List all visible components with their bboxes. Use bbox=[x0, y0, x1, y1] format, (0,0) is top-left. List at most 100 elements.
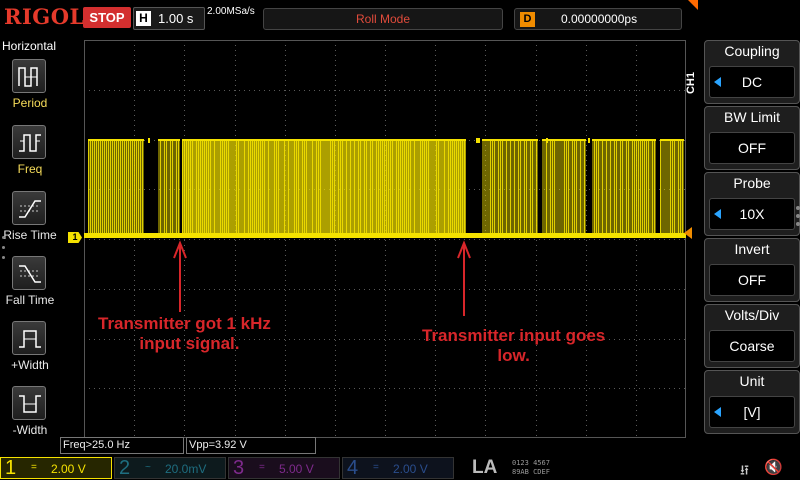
fall-time-icon bbox=[12, 256, 46, 290]
probe-value: 10X bbox=[739, 206, 765, 222]
menu-page-dots bbox=[2, 236, 6, 266]
volts-div-softkey[interactable]: Volts/Div Coarse bbox=[704, 304, 800, 368]
coupling-softkey[interactable]: Coupling DC bbox=[704, 40, 800, 104]
ch1-trace bbox=[84, 138, 686, 238]
la-label: LA bbox=[472, 457, 498, 478]
menu-page-dot bbox=[796, 222, 800, 226]
coupling-value-box: DC bbox=[709, 66, 795, 98]
ch1-coupling-icon: = bbox=[31, 462, 37, 473]
top-status-bar: RIGOL STOP H 1.00 s 2.00MSa/s Roll Mode … bbox=[0, 0, 800, 38]
annotation-left-line1: Transmitter got 1 kHz bbox=[98, 314, 271, 333]
sample-rate: 2.00MSa/s bbox=[207, 6, 255, 17]
left-menu-title: Horizontal bbox=[2, 39, 57, 53]
measure-fall-time-button[interactable]: Fall Time bbox=[0, 253, 60, 315]
positive-width-icon bbox=[12, 321, 46, 355]
channel-status-bar: 1 = 2.00 V 2 ~ 20.0mV 3 = 5.00 V 4 = 2.0… bbox=[0, 456, 800, 480]
ch1-status[interactable]: 1 = 2.00 V bbox=[0, 457, 112, 479]
unit-title: Unit bbox=[739, 373, 765, 389]
delay-value: 0.00000000ps bbox=[561, 12, 638, 26]
volts-div-value: Coarse bbox=[729, 338, 775, 354]
annotation-right-line1: Transmitter input goes bbox=[422, 326, 606, 345]
ch2-scale: 20.0mV bbox=[165, 462, 207, 476]
trigger-mode-text: Roll Mode bbox=[355, 12, 411, 26]
ch1-offset-marker[interactable]: 1 bbox=[68, 232, 82, 243]
invert-title: Invert bbox=[734, 241, 770, 257]
delay-box[interactable]: D 0.00000000ps bbox=[514, 8, 682, 30]
menu-page-dot bbox=[796, 214, 800, 218]
menu-page-dot bbox=[796, 206, 800, 210]
bw-limit-value: OFF bbox=[738, 140, 766, 156]
bw-limit-title: BW Limit bbox=[724, 109, 780, 125]
unit-left-arrow-icon bbox=[714, 407, 721, 417]
horizontal-measure-menu: Horizontal Period Freq Rise Time Fall Ti… bbox=[0, 38, 60, 458]
timebase-box[interactable]: H 1.00 s bbox=[133, 7, 205, 30]
channel-menu: CH1 Coupling DC BW Limit OFF Probe 10X I… bbox=[685, 38, 800, 458]
annotation-left: Transmitter got 1 kHz input signal. bbox=[98, 314, 271, 354]
ch2-status[interactable]: 2 ~ 20.0mV bbox=[114, 457, 226, 479]
delay-label: D bbox=[520, 12, 535, 27]
period-icon bbox=[12, 59, 46, 93]
period-label: Period bbox=[12, 96, 48, 110]
usb-icon: ⭿ bbox=[740, 462, 750, 478]
freq-icon bbox=[12, 125, 46, 159]
trigger-corner-marker bbox=[688, 0, 698, 10]
volts-div-title: Volts/Div bbox=[724, 307, 780, 323]
waveform-display[interactable]: Transmitter got 1 kHz input signal. Tran… bbox=[84, 40, 686, 438]
freq-measurement: Freq>25.0 Hz bbox=[60, 437, 184, 454]
rigol-logo: RIGOL bbox=[4, 4, 85, 29]
measure-negative-width-button[interactable]: -Width bbox=[0, 383, 60, 445]
la-channel-bits: 0123 4567 89AB CDEF bbox=[512, 459, 550, 476]
timebase-label: H bbox=[136, 11, 151, 26]
ch2-number: 2 bbox=[119, 457, 131, 479]
negative-width-label: -Width bbox=[12, 423, 48, 437]
ch1-scale: 2.00 V bbox=[51, 462, 86, 476]
ch2-coupling-icon: ~ bbox=[145, 462, 151, 473]
ch1-number: 1 bbox=[5, 457, 17, 479]
fall-time-label: Fall Time bbox=[5, 293, 55, 307]
ch3-number: 3 bbox=[233, 457, 245, 479]
invert-softkey[interactable]: Invert OFF bbox=[704, 238, 800, 302]
unit-softkey[interactable]: Unit [V] bbox=[704, 370, 800, 434]
ch3-scale: 5.00 V bbox=[279, 462, 314, 476]
invert-value: OFF bbox=[738, 272, 766, 288]
probe-left-arrow-icon bbox=[714, 209, 721, 219]
probe-value-box: 10X bbox=[709, 198, 795, 230]
bw-limit-softkey[interactable]: BW Limit OFF bbox=[704, 106, 800, 170]
annotation-right: Transmitter input goes low. bbox=[422, 326, 605, 366]
speaker-muted-icon[interactable]: 🔇 bbox=[764, 458, 783, 476]
logic-analyzer-status[interactable]: LA 0123 4567 89AB CDEF bbox=[468, 457, 598, 479]
bw-limit-value-box: OFF bbox=[709, 132, 795, 164]
invert-value-box: OFF bbox=[709, 264, 795, 296]
graticule bbox=[84, 40, 686, 438]
trigger-position-bar[interactable]: Roll Mode bbox=[263, 8, 503, 30]
ch1-menu-tab: CH1 bbox=[685, 71, 698, 95]
ch4-status[interactable]: 4 = 2.00 V bbox=[342, 457, 454, 479]
coupling-left-arrow-icon bbox=[714, 77, 721, 87]
timebase-value: 1.00 s bbox=[158, 11, 194, 26]
ch4-scale: 2.00 V bbox=[393, 462, 428, 476]
measure-period-button[interactable]: Period bbox=[0, 56, 60, 118]
probe-softkey[interactable]: Probe 10X bbox=[704, 172, 800, 236]
vpp-measurement: Vpp=3.92 V bbox=[186, 437, 316, 454]
rise-time-icon bbox=[12, 191, 46, 225]
rise-time-label: Rise Time bbox=[3, 228, 57, 242]
coupling-value: DC bbox=[741, 74, 763, 90]
unit-value: [V] bbox=[743, 404, 761, 420]
measure-freq-button[interactable]: Freq bbox=[0, 122, 60, 184]
run-stop-indicator[interactable]: STOP bbox=[83, 7, 131, 28]
measure-rise-time-button[interactable]: Rise Time bbox=[0, 188, 60, 250]
ch4-coupling-icon: = bbox=[373, 462, 379, 473]
coupling-title: Coupling bbox=[724, 43, 780, 59]
measure-positive-width-button[interactable]: +Width bbox=[0, 318, 60, 380]
negative-width-icon bbox=[12, 386, 46, 420]
annotation-right-line2: low. bbox=[497, 346, 530, 365]
volts-div-value-box: Coarse bbox=[709, 330, 795, 362]
positive-width-label: +Width bbox=[11, 358, 49, 372]
ch3-coupling-icon: = bbox=[259, 462, 265, 473]
unit-value-box: [V] bbox=[709, 396, 795, 428]
ch4-number: 4 bbox=[347, 457, 359, 479]
annotation-left-line2: input signal. bbox=[139, 334, 240, 353]
probe-title: Probe bbox=[733, 175, 771, 191]
ch3-status[interactable]: 3 = 5.00 V bbox=[228, 457, 340, 479]
freq-label: Freq bbox=[17, 162, 43, 176]
